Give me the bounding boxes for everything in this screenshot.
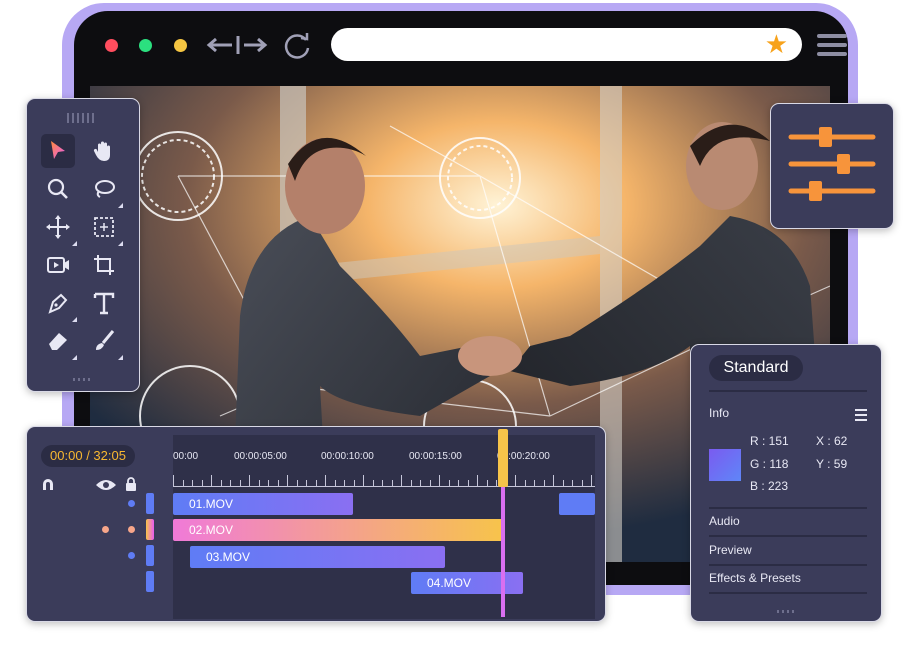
info-panel: Standard Info R : 151 G : 118 B : 223 X … [690,344,882,622]
tools-panel [26,98,140,392]
playhead-handle[interactable] [498,429,508,487]
marquee-icon [94,217,114,237]
panel-grip[interactable] [73,378,93,381]
eye-icon[interactable] [95,478,117,492]
eraser-icon [49,333,67,350]
track-chip [146,545,154,566]
audio-link[interactable]: Audio [709,514,740,528]
color-swatch [709,449,741,481]
track-dot[interactable] [128,552,135,559]
info-section-label: Info [709,406,730,420]
ruler-tick [515,475,516,486]
panel-grip[interactable] [67,113,97,123]
timecode: 00:00 / 32:05 [41,445,135,467]
ruler-tick [173,475,174,486]
back-arrow-icon[interactable] [206,36,236,54]
divider [709,564,867,566]
timeline-tracks[interactable]: 00:00 00:00:05:00 00:00:10:00 00:00:15:0… [173,435,595,619]
adjust-panel[interactable] [770,103,894,229]
magnet-icon[interactable] [41,477,55,491]
lasso-tool[interactable] [87,172,123,208]
divider [709,507,867,509]
effects-presets-link[interactable]: Effects & Presets [709,571,801,585]
x-value: X : 62 [816,434,848,448]
forward-arrow-icon[interactable] [236,34,268,56]
crop-tool[interactable] [87,248,121,282]
pen-tool[interactable] [41,286,77,322]
preview-link[interactable]: Preview [709,543,752,557]
magnifier-icon [47,178,68,199]
ruler-tick [439,475,440,486]
green-value: G : 118 [750,457,789,471]
lasso-icon [95,180,115,198]
ruler-tick [249,475,250,486]
track-chip [146,493,154,514]
ruler-baseline [173,486,595,487]
ruler-tick [363,475,364,486]
clip-02[interactable]: 02.MOV [173,519,505,541]
timeline-panel: 00:00 / 32:05 00:00 00:00:05:00 00:00:10… [26,426,606,622]
ruler-tick [591,475,592,486]
ruler-tick [477,475,478,486]
minimize-button[interactable] [174,39,187,52]
ruler-tick [325,475,326,486]
sliders-icon [788,127,876,201]
blue-value: B : 223 [750,479,789,493]
ruler-tick [553,475,554,486]
ruler-tick [211,475,212,486]
zoom-tool[interactable] [41,172,75,206]
mode-selector[interactable]: Standard [709,355,803,381]
star-icon[interactable]: ★ [765,30,788,60]
maximize-button[interactable] [139,39,152,52]
crop-icon [94,255,114,275]
track-chip [146,519,154,540]
ruler-label: 00:00:05:00 [234,451,287,462]
video-tool[interactable] [41,248,75,282]
select-tool[interactable] [41,134,75,168]
marquee-tool[interactable] [87,210,123,246]
red-value: R : 151 [750,434,789,448]
track-dot[interactable] [128,526,135,533]
address-bar[interactable]: ★ [331,28,802,61]
hand-icon [93,141,110,161]
clip-segment[interactable] [559,493,595,515]
arrow-cursor-icon [51,141,65,159]
pen-icon [48,293,68,314]
reload-icon[interactable] [282,30,312,60]
hand-tool[interactable] [87,134,121,168]
track-dot[interactable] [102,526,109,533]
clip-01[interactable]: 01.MOV [173,493,353,515]
ruler-tick [287,475,288,486]
eraser-tool[interactable] [41,324,77,360]
lock-icon[interactable] [125,477,137,491]
info-menu-icon[interactable] [855,409,867,424]
ruler-label: 00:00:10:00 [321,451,374,462]
brush-tool[interactable] [87,324,123,360]
video-icon [47,257,69,273]
track-dot[interactable] [128,500,135,507]
ruler-label: 00:00 [173,451,199,462]
track-chip [146,571,154,592]
divider [709,535,867,537]
text-tool[interactable] [87,286,121,320]
clip-04[interactable]: 04.MOV [411,572,523,594]
panel-grip[interactable] [777,610,797,613]
hamburger-menu-icon[interactable] [817,34,847,61]
clip-03[interactable]: 03.MOV [190,546,445,568]
divider [709,592,867,594]
text-icon [93,292,115,315]
ruler-tick [401,475,402,486]
move-icon [46,215,70,239]
brush-icon [96,330,115,350]
ruler-label: 00:00:15:00 [409,451,462,462]
move-tool[interactable] [41,210,77,246]
close-button[interactable] [105,39,118,52]
y-value: Y : 59 [816,457,848,471]
divider [709,390,867,392]
